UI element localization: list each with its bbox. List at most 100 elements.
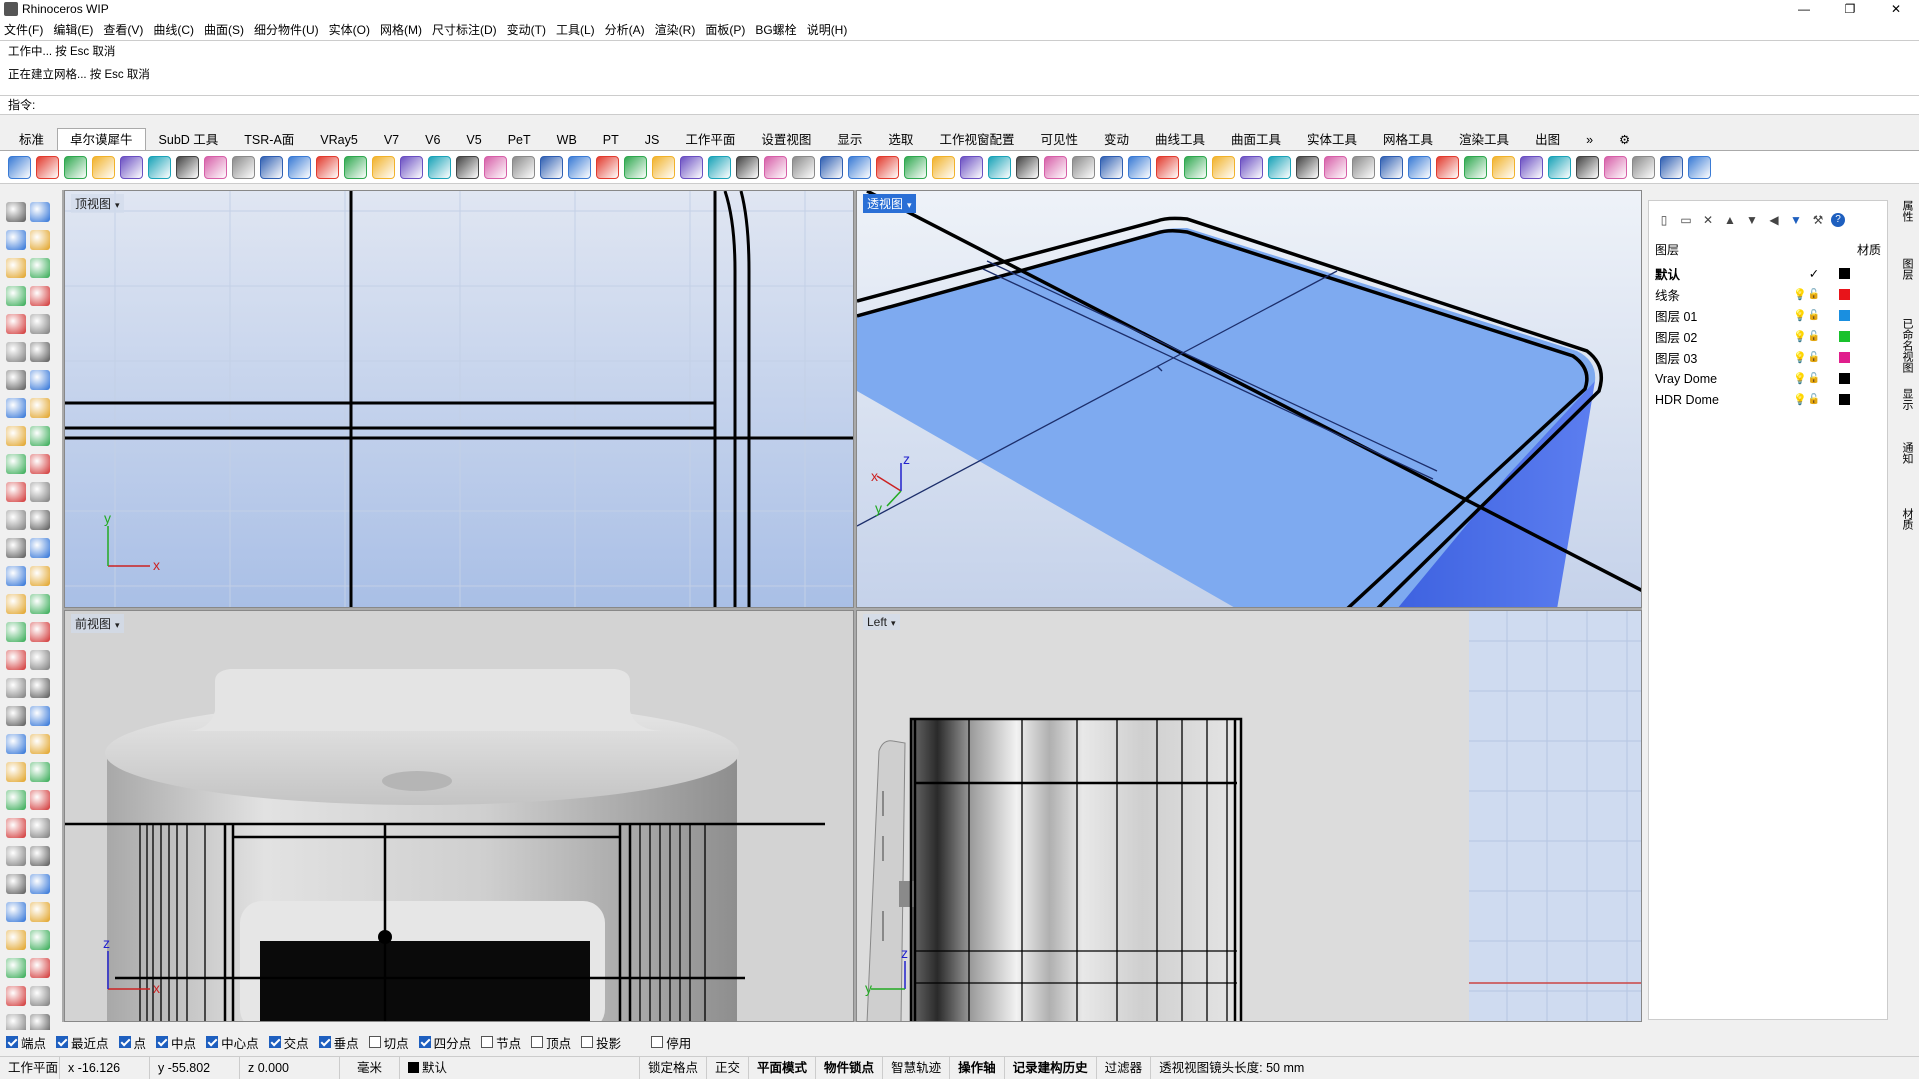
render-tool-icon[interactable] <box>204 155 227 179</box>
menu-item[interactable]: 实体(O) <box>329 21 370 38</box>
sphere-tool-icon[interactable] <box>8 155 31 179</box>
lock-icon[interactable]: 🔓 <box>1807 352 1821 363</box>
point-tool-icon[interactable] <box>30 482 50 502</box>
tab-5[interactable]: V7 <box>371 128 412 150</box>
tab-21[interactable]: 实体工具 <box>1294 128 1370 150</box>
sphere-tool-icon[interactable] <box>848 155 871 179</box>
cylinder-tool-icon[interactable] <box>904 155 927 179</box>
chevron-down-icon[interactable]: ▾ <box>115 620 120 630</box>
scale-tool-icon[interactable] <box>30 678 50 698</box>
curve-tool-icon[interactable] <box>30 790 50 810</box>
osnap-checkbox[interactable] <box>6 1036 18 1048</box>
cone-tool-icon[interactable] <box>372 155 395 179</box>
arc-tool-icon[interactable] <box>30 818 50 838</box>
menu-item[interactable]: 文件(F) <box>4 21 43 38</box>
tab-22[interactable]: 网格工具 <box>1370 128 1446 150</box>
surface-tool-icon[interactable] <box>6 874 26 894</box>
camera-tool-icon[interactable] <box>540 155 563 179</box>
cone-tool-icon[interactable] <box>932 155 955 179</box>
layer-row[interactable]: HDR Dome 💡 🔓 <box>1655 389 1881 410</box>
lock-icon[interactable]: 🔓 <box>1807 289 1821 300</box>
layer-color-swatch[interactable] <box>1839 373 1850 384</box>
viewport-front[interactable]: 前视图 ▾ x z <box>64 610 854 1022</box>
select-tool-icon[interactable] <box>6 762 26 782</box>
curve-tool-icon[interactable] <box>30 510 50 530</box>
light-tool-icon[interactable] <box>792 155 815 179</box>
tab-17[interactable]: 可见性 <box>1027 128 1091 150</box>
circle-tool-icon[interactable] <box>6 538 26 558</box>
layer-row[interactable]: Vray Dome 💡 🔓 <box>1655 368 1881 389</box>
cone-tool-icon[interactable] <box>92 155 115 179</box>
boolean-tool-icon[interactable] <box>30 342 50 362</box>
menu-item[interactable]: 曲线(C) <box>153 21 194 38</box>
move-tool-icon[interactable] <box>30 370 50 390</box>
extrude-tool-icon[interactable] <box>30 594 50 614</box>
surface-tool-icon[interactable] <box>6 314 26 334</box>
dimension-tool-icon[interactable] <box>6 426 26 446</box>
osnap-checkbox[interactable] <box>156 1036 169 1048</box>
lock-icon[interactable]: 🔓 <box>1807 394 1821 405</box>
solid-tool-icon[interactable] <box>6 342 26 362</box>
osnap-10[interactable]: 顶点 <box>531 1033 571 1052</box>
box-tool-icon[interactable] <box>1436 155 1459 179</box>
box-tool-icon[interactable] <box>876 155 899 179</box>
group-tool-icon[interactable] <box>6 454 26 474</box>
sphere-tool-icon[interactable] <box>1128 155 1151 179</box>
boolean-tool-icon[interactable] <box>30 902 50 922</box>
filter-icon[interactable]: ▼ <box>1787 212 1805 228</box>
menu-item[interactable]: 分析(A) <box>605 21 645 38</box>
osnap-6[interactable]: 垂点 <box>318 1033 359 1052</box>
help-icon[interactable]: ? <box>1831 213 1845 227</box>
arc-tool-icon[interactable] <box>30 538 50 558</box>
viewport-left-label[interactable]: Left ▾ <box>863 614 900 630</box>
chevron-down-icon[interactable]: ▾ <box>115 200 120 210</box>
osnap-checkbox[interactable] <box>651 1036 664 1048</box>
light-tool-icon[interactable] <box>232 155 255 179</box>
polyline-tool-icon[interactable] <box>6 230 26 250</box>
render-tool-icon[interactable] <box>1604 155 1627 179</box>
visibility-bulb-icon[interactable]: 💡 <box>1793 288 1807 301</box>
box-tool-icon[interactable] <box>36 155 59 179</box>
viewport-top-label[interactable]: 顶视图 ▾ <box>71 194 124 213</box>
tab-8[interactable]: PeT <box>495 128 544 150</box>
cylinder-tool-icon[interactable] <box>624 155 647 179</box>
units-indicator[interactable]: 毫米 <box>340 1056 400 1079</box>
tab-13[interactable]: 设置视图 <box>748 128 824 150</box>
mesh-tool-icon[interactable] <box>456 155 479 179</box>
point-tool-icon[interactable] <box>30 202 50 222</box>
osnap-8[interactable]: 四分点 <box>418 1033 471 1052</box>
arc-tool-icon[interactable] <box>30 258 50 278</box>
cone-tool-icon[interactable] <box>1492 155 1515 179</box>
move-down-icon[interactable]: ▼ <box>1743 212 1761 228</box>
status-toggle-1[interactable]: 正交 <box>707 1056 750 1079</box>
side-tab-4[interactable]: 通知 <box>1893 442 1915 464</box>
osnap-checkbox[interactable] <box>581 1036 594 1048</box>
dimension-tool-icon[interactable] <box>6 706 26 726</box>
status-toggle-5[interactable]: 操作轴 <box>950 1056 1005 1079</box>
light-tool-icon[interactable] <box>1352 155 1375 179</box>
menu-item[interactable]: 说明(H) <box>807 21 848 38</box>
osnap-checkbox[interactable] <box>531 1036 544 1048</box>
transform-tool-icon[interactable] <box>6 370 26 390</box>
visibility-bulb-icon[interactable]: 💡 <box>1793 372 1807 385</box>
polyline-tool-icon[interactable] <box>6 510 26 530</box>
torus-tool-icon[interactable] <box>1548 155 1571 179</box>
rectangle-tool-icon[interactable] <box>6 286 26 306</box>
osnap-2[interactable]: 点 <box>118 1033 146 1052</box>
box-tool-icon[interactable] <box>316 155 339 179</box>
tab-10[interactable]: PT <box>590 128 632 150</box>
layer-row[interactable]: 图层 02 💡 🔓 <box>1655 326 1881 347</box>
mesh-tool-icon[interactable] <box>736 155 759 179</box>
layer-color-swatch[interactable] <box>1839 331 1850 342</box>
visibility-bulb-icon[interactable]: 💡 <box>1793 309 1807 322</box>
side-tab-1[interactable]: 图层 <box>1893 258 1915 280</box>
osnap-checkbox[interactable] <box>118 1036 131 1048</box>
status-toggle-0[interactable]: 锁定格点 <box>640 1056 708 1079</box>
minimize-button[interactable]: — <box>1781 0 1827 18</box>
render-tool-icon[interactable] <box>764 155 787 179</box>
text-tool-icon[interactable] <box>30 426 50 446</box>
rotate-tool-icon[interactable] <box>6 398 26 418</box>
pipe-tool-icon[interactable] <box>1520 155 1543 179</box>
sphere-tool-icon[interactable] <box>568 155 591 179</box>
layer-color-swatch[interactable] <box>1839 394 1850 405</box>
